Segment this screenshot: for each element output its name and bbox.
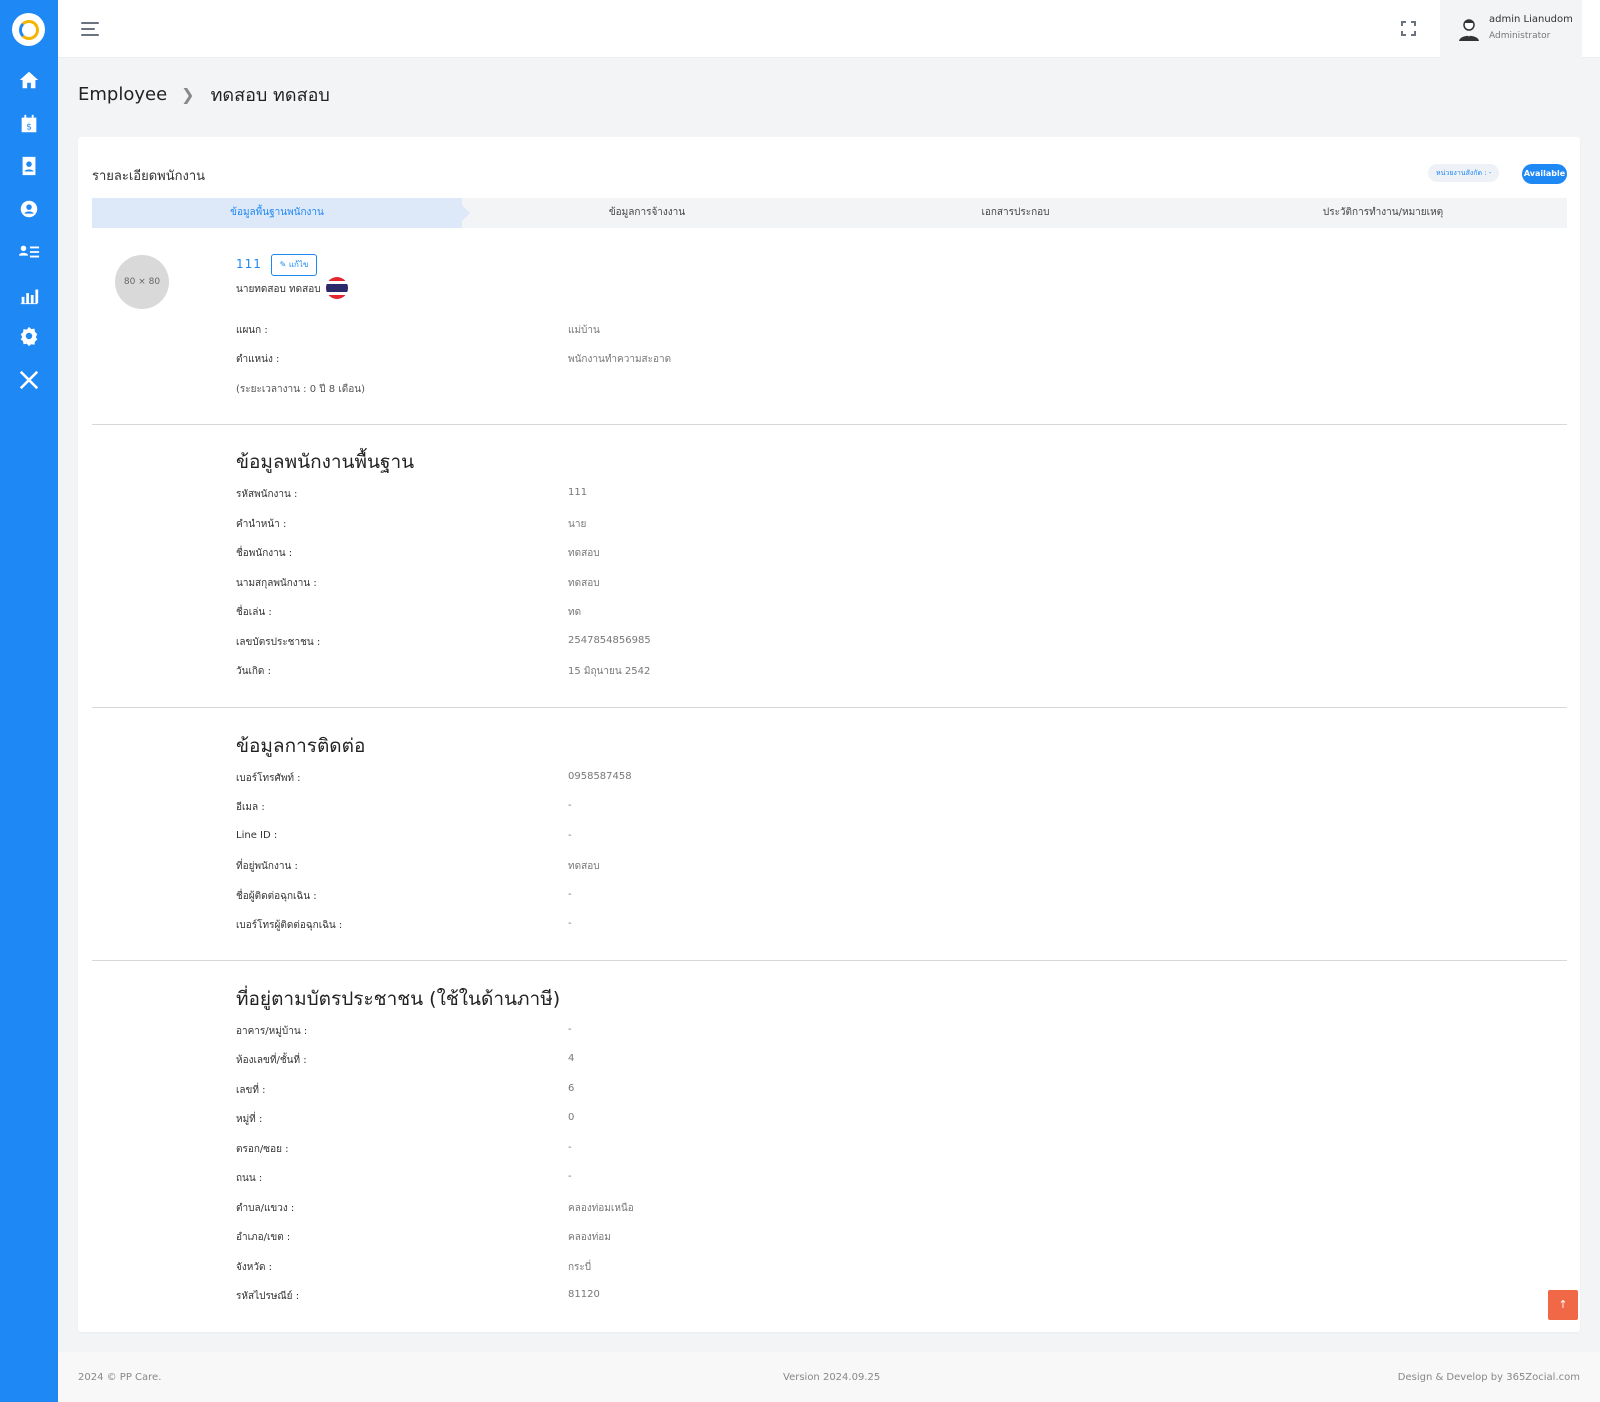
user-list-icon[interactable] [17,240,41,264]
arrow-up-icon: ↑ [1558,1298,1568,1311]
address-info-label: อาคาร/หมู่บ้าน : [236,1026,308,1037]
fullscreen-icon[interactable] [1401,21,1416,36]
divider [92,960,1567,961]
home-icon[interactable] [17,68,41,92]
tenure-text: (ระยะเวลางาน : 0 ปี 8 เดือน) [236,384,365,395]
user-avatar-icon [1459,19,1479,41]
chevron-right-icon: ❯ [181,85,195,104]
breadcrumb: Employee ❯ ทดสอบ ทดสอบ [78,80,330,109]
department-label: แผนก : [236,325,268,336]
basic-info-title: ข้อมูลพนักงานพื้นฐาน [236,451,415,473]
contact-info-label: Line ID : [236,830,278,841]
basic-info-value: ทดสอบ [568,548,600,559]
card-title: รายละเอียดพนักงาน [92,169,206,184]
basic-info-label: วันเกิด : [236,666,271,677]
user-menu[interactable]: admin Lianudom Administrator [1440,0,1582,58]
tab-bar: ข้อมูลพื้นฐานพนักงาน ข้อมูลการจ้างงาน เอ… [92,198,1567,228]
basic-info-value: 2547854856985 [568,635,651,646]
employee-detail-card: รายละเอียดพนักงาน หน่วยงานสังกัด : - Ava… [78,137,1580,1332]
footer: 2024 © PP Care. Version 2024.09.25 Desig… [58,1352,1600,1402]
address-info-label: จังหวัด : [236,1262,272,1273]
sidebar: $ [0,0,58,1402]
address-info-value: 0 [568,1112,575,1123]
basic-info-value: นาย [568,519,587,530]
contact-info-label: ชื่อผู้ติดต่อฉุกเฉิน : [236,891,317,902]
contact-info-value: ทดสอบ [568,861,600,872]
employee-gear-icon[interactable] [17,197,41,221]
footer-version: Version 2024.09.25 [783,1372,881,1383]
department-value: แม่บ้าน [568,325,600,336]
basic-info-label: ชื่อพนักงาน : [236,548,293,559]
address-info-label: อำเภอ/เขต : [236,1232,291,1243]
calendar-dollar-icon[interactable]: $ [17,112,41,136]
employee-full-name: นายทดสอบ ทดสอบ [236,284,321,295]
contact-info-value: - [568,830,572,841]
status-badge: Available [1522,164,1567,184]
address-info-value: กระบี่ [568,1262,592,1273]
address-info-label: ตำบล/แขวง : [236,1203,295,1214]
settings-icon[interactable] [17,324,41,348]
position-value: พนักงานทำความสะอาด [568,354,672,365]
chart-icon[interactable] [17,283,41,307]
address-info-value: 4 [568,1053,575,1064]
position-label: ตำแหน่ง : [236,354,280,365]
basic-info-value: ทดสอบ [568,578,600,589]
basic-info-label: คำนำหน้า : [236,519,287,530]
breadcrumb-current: ทดสอบ ทดสอบ [210,85,330,106]
unit-badge: หน่วยงานสังกัด : - [1428,164,1500,182]
tab-work-history[interactable]: ประวัติการทำงาน/หมายเหตุ [1199,198,1567,228]
thai-flag-icon [326,277,348,299]
menu-toggle-icon[interactable] [81,22,99,36]
scroll-to-top-button[interactable]: ↑ [1548,1290,1578,1320]
address-info-value: คลองท่อม [568,1232,611,1243]
contact-info-value: 0958587458 [568,771,632,782]
divider [92,424,1567,425]
basic-info-value: 111 [568,487,588,498]
app-logo[interactable] [12,13,45,46]
contact-info-value: - [568,918,572,929]
basic-info-label: ชื่อเล่น : [236,607,272,618]
address-info-value: คลองท่อมเหนือ [568,1203,634,1214]
address-info-value: - [568,1024,572,1035]
user-role: Administrator [1489,31,1551,41]
contact-info-label: อีเมล : [236,802,265,813]
address-info-value: - [568,1171,572,1182]
address-info-label: ตรอก/ซอย : [236,1144,289,1155]
topbar: admin Lianudom Administrator [58,0,1600,58]
address-info-value: 6 [568,1083,575,1094]
tab-documents[interactable]: เอกสารประกอบ [832,198,1199,228]
basic-info-label: รหัสพนักงาน : [236,489,298,500]
address-info-label: เลขที่ : [236,1085,266,1096]
tools-icon[interactable] [17,368,41,392]
divider [92,707,1567,708]
contact-book-icon[interactable] [17,154,41,178]
contact-info-title: ข้อมูลการติดต่อ [236,735,366,757]
address-info-value: 81120 [568,1289,600,1300]
contact-info-label: ที่อยู่พนักงาน : [236,861,298,872]
basic-info-label: เลขบัตรประชาชน : [236,637,321,648]
edit-button[interactable]: ✎ แก้ไข [271,254,317,276]
contact-info-value: - [568,800,572,811]
basic-info-value: ทด [568,607,582,618]
tab-basic-info[interactable]: ข้อมูลพื้นฐานพนักงาน [92,198,470,228]
employee-photo: 80 × 80 [115,255,169,309]
address-info-label: ถนน : [236,1173,263,1184]
address-info-value: - [568,1142,572,1153]
address-info-label: รหัสไปรษณีย์ : [236,1291,300,1302]
footer-credit: Design & Develop by 365Zocial.com [1397,1372,1580,1383]
user-name: admin Lianudom [1489,14,1573,25]
address-info-label: หมู่ที่ : [236,1114,263,1125]
contact-info-label: เบอร์โทรผู้ติดต่อฉุกเฉิน : [236,920,343,931]
basic-info-label: นามสกุลพนักงาน : [236,578,317,589]
contact-info-label: เบอร์โทรศัพท์ : [236,773,301,784]
employee-code: 111 [236,257,262,271]
footer-copyright: 2024 © PP Care. [78,1372,162,1383]
basic-info-value: 15 มิถุนายน 2542 [568,666,651,677]
address-info-label: ห้องเลขที่/ชั้นที่ : [236,1055,307,1066]
address-info-title: ที่อยู่ตามบัตรประชาชน (ใช้ในด้านภาษี) [236,988,561,1010]
breadcrumb-parent[interactable]: Employee [78,84,167,105]
svg-text:$: $ [26,122,32,133]
contact-info-value: - [568,889,572,900]
tab-employment-info[interactable]: ข้อมูลการจ้างงาน [462,198,832,228]
